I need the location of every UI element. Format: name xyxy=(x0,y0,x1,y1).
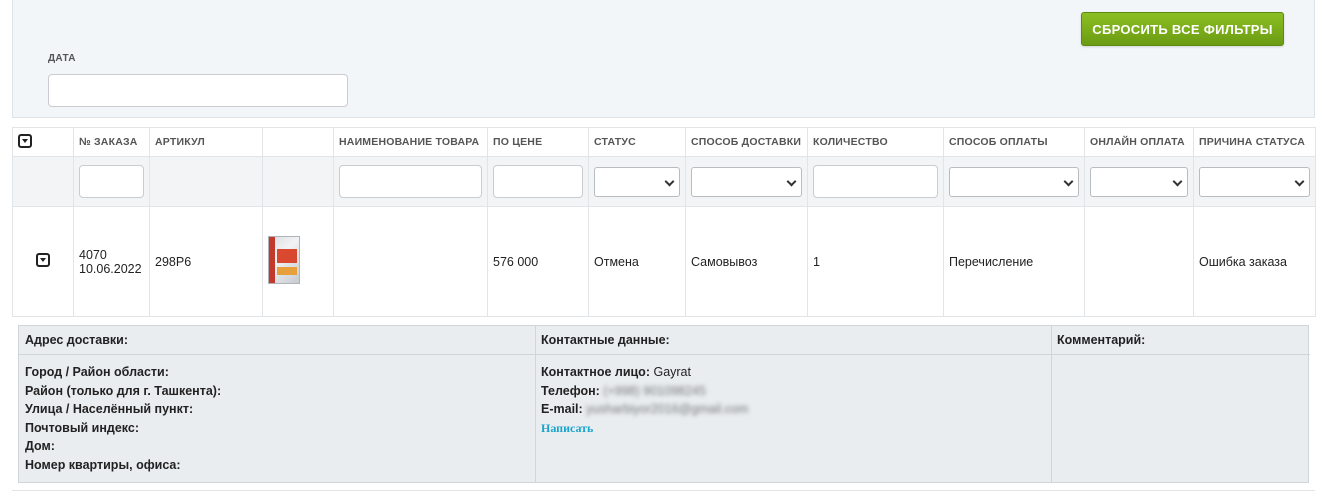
online-payment-filter-select[interactable] xyxy=(1090,166,1188,197)
contact-person-label: Контактное лицо: xyxy=(541,365,650,379)
address-title: Адрес доставки: xyxy=(19,326,535,355)
delivery-filter-select[interactable] xyxy=(691,166,802,197)
expand-all-toggle[interactable] xyxy=(12,127,74,157)
comment-title: Комментарий: xyxy=(1051,326,1310,355)
contact-title: Контактные данные: xyxy=(535,326,1051,355)
date-filter-input[interactable] xyxy=(48,74,348,107)
product-name-filter-input[interactable] xyxy=(339,165,482,198)
order-number: 4070 xyxy=(79,247,107,262)
table-row[interactable]: 4070 10.06.2022 298Р6 576 000 Отмена Само… xyxy=(12,206,1316,317)
column-header-online-payment[interactable]: ОНЛАЙН ОПЛАТА xyxy=(1084,127,1194,157)
filter-cell-empty xyxy=(262,156,334,207)
payment-cell: Перечисление xyxy=(943,206,1085,317)
address-field-district: Район (только для г. Ташкента): xyxy=(25,383,222,398)
order-date: 10.06.2022 xyxy=(79,261,142,276)
product-thumbnail[interactable] xyxy=(268,236,300,284)
online-payment-cell xyxy=(1084,206,1194,317)
address-field-apartment: Номер квартиры, офиса: xyxy=(25,457,181,472)
reset-filters-button[interactable]: СБРОСИТЬ ВСЕ ФИЛЬТРЫ xyxy=(1081,12,1284,46)
chevron-down-icon xyxy=(786,176,797,186)
row-expand-toggle[interactable] xyxy=(12,206,74,317)
chevron-down-icon xyxy=(1063,176,1074,186)
comment-section: Комментарий: xyxy=(1051,326,1310,482)
article-cell: 298Р6 xyxy=(149,206,263,317)
address-field-postcode: Почтовый индекс: xyxy=(25,420,140,435)
chevron-down-icon xyxy=(664,176,675,186)
status-filter-select[interactable] xyxy=(594,166,680,197)
column-header-status-reason[interactable]: ПРИЧИНА СТАТУСА xyxy=(1193,127,1316,157)
price-cell: 576 000 xyxy=(487,206,589,317)
order-number-cell: 4070 10.06.2022 xyxy=(73,206,150,317)
column-header-status[interactable]: СТАТУС xyxy=(588,127,686,157)
contact-section: Контактные данные: Контактное лицо: Gayr… xyxy=(535,326,1052,482)
write-message-link[interactable]: Написать xyxy=(541,421,593,435)
order-details-panel: Адрес доставки: Город / Район области: Р… xyxy=(18,325,1310,483)
next-row-edge xyxy=(12,490,1315,496)
column-header-order-number[interactable]: № ЗАКАЗА xyxy=(73,127,150,157)
phone-value: (+998) 901098245 xyxy=(603,383,706,398)
quantity-cell: 1 xyxy=(807,206,944,317)
status-reason-cell: Ошибка заказа xyxy=(1193,206,1316,317)
address-field-city: Город / Район области: xyxy=(25,365,169,379)
column-header-payment[interactable]: СПОСОБ ОПЛАТЫ xyxy=(943,127,1085,157)
address-section: Адрес доставки: Город / Район области: Р… xyxy=(19,326,536,482)
collapse-row-icon[interactable] xyxy=(36,253,50,267)
status-reason-filter-select[interactable] xyxy=(1199,166,1310,197)
phone-label: Телефон: xyxy=(541,383,600,398)
column-header-price[interactable]: ПО ЦЕНЕ xyxy=(487,127,589,157)
column-header-quantity[interactable]: КОЛИЧЕСТВО xyxy=(807,127,944,157)
price-filter-input[interactable] xyxy=(493,165,583,198)
filter-cell-empty xyxy=(12,156,74,207)
address-field-street: Улица / Населённый пункт: xyxy=(25,402,194,416)
email-value: yusharbiyor2016@gmail.com xyxy=(586,402,749,416)
email-label: E-mail: xyxy=(541,402,583,416)
date-filter-label: ДАТА xyxy=(48,53,76,64)
order-number-filter-input[interactable] xyxy=(79,165,144,198)
contact-person-value: Gayrat xyxy=(653,365,691,379)
column-header-product-name[interactable]: НАИМЕНОВАНИЕ ТОВАРА xyxy=(333,127,488,157)
product-name-cell xyxy=(333,206,488,317)
orders-table: № ЗАКАЗА АРТИКУЛ НАИМЕНОВАНИЕ ТОВАРА ПО … xyxy=(12,127,1316,317)
product-image-cell xyxy=(262,206,334,317)
column-header-article[interactable]: АРТИКУЛ xyxy=(149,127,263,157)
payment-filter-select[interactable] xyxy=(949,166,1079,197)
quantity-filter-input[interactable] xyxy=(813,165,938,198)
column-header-delivery[interactable]: СПОСОБ ДОСТАВКИ xyxy=(685,127,808,157)
column-header-image xyxy=(262,127,334,157)
chevron-down-icon xyxy=(1172,176,1183,186)
delivery-cell: Самовывоз xyxy=(685,206,808,317)
status-cell: Отмена xyxy=(588,206,686,317)
address-field-house: Дом: xyxy=(25,439,55,453)
expand-all-icon[interactable] xyxy=(18,133,32,148)
chevron-down-icon xyxy=(1294,176,1305,186)
filter-cell-empty xyxy=(149,156,263,207)
